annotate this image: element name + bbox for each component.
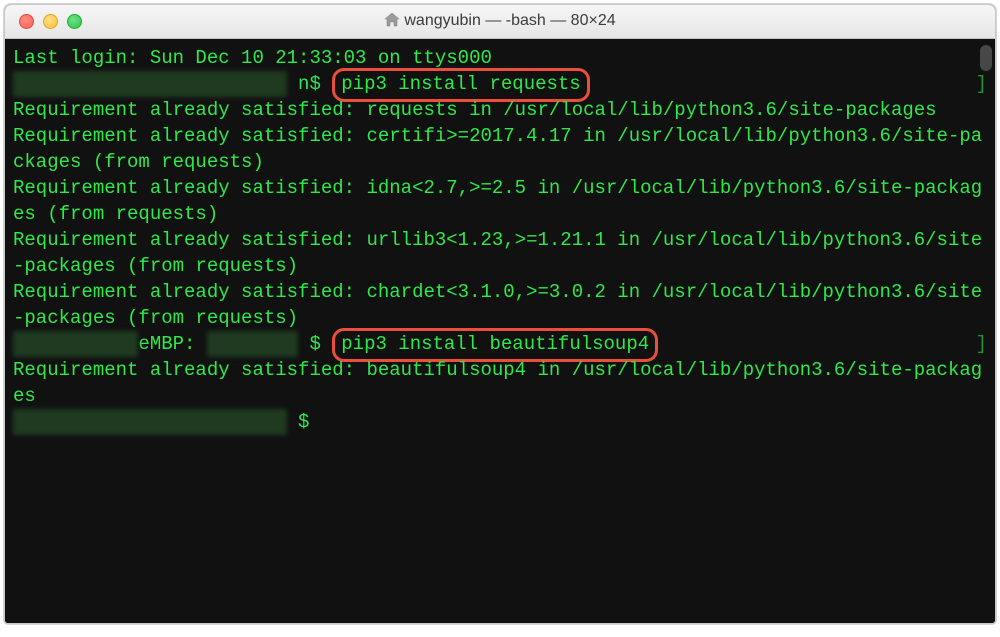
redacted-prompt: xxxxxxxxxxxxxxxxxxxxxxxx <box>13 409 287 435</box>
scroll-bracket: ] <box>976 71 987 97</box>
close-icon[interactable] <box>19 14 34 29</box>
terminal-window: wangyubin — -bash — 80×24 Last login: Su… <box>4 4 996 624</box>
scroll-bracket: ] <box>976 331 987 357</box>
prompt-suffix: $ <box>287 411 310 433</box>
redacted-prompt: xxxxxxxxxxxxxxxxxxxxxxxx <box>13 71 287 97</box>
output-line: Requirement already satisfied: requests … <box>13 99 937 121</box>
output-line: Requirement already satisfied: chardet<3… <box>13 281 982 329</box>
scrollbar-thumb[interactable] <box>980 45 992 71</box>
output-line: Requirement already satisfied: beautiful… <box>13 359 982 407</box>
cmd-1: pip3 install requests <box>341 73 580 95</box>
prompt-suffix: n$ <box>287 73 333 95</box>
titlebar: wangyubin — -bash — 80×24 <box>5 5 995 39</box>
window-title: wangyubin — -bash — 80×24 <box>5 12 995 32</box>
output-line: Requirement already satisfied: urllib3<1… <box>13 229 982 277</box>
redacted-prompt: xxxxxxxx <box>207 331 298 357</box>
redacted-prompt: xxxxxxxxxxx <box>13 331 138 357</box>
prompt-suffix: $ <box>298 333 332 355</box>
zoom-icon[interactable] <box>67 14 82 29</box>
highlight-cmd-2: pip3 install beautifulsoup4 <box>332 328 658 362</box>
line-last-login: Last login: Sun Dec 10 21:33:03 on ttys0… <box>13 47 492 69</box>
window-controls <box>5 14 82 29</box>
window-title-text: wangyubin — -bash — 80×24 <box>404 12 615 29</box>
home-icon <box>384 12 400 32</box>
terminal-body[interactable]: Last login: Sun Dec 10 21:33:03 on ttys0… <box>5 39 995 623</box>
minimize-icon[interactable] <box>43 14 58 29</box>
output-line: Requirement already satisfied: idna<2.7,… <box>13 177 982 225</box>
highlight-cmd-1: pip3 install requests <box>332 68 589 102</box>
output-line: Requirement already satisfied: certifi>=… <box>13 125 982 173</box>
cmd-2: pip3 install beautifulsoup4 <box>341 333 649 355</box>
prompt-host: eMBP: <box>138 333 195 355</box>
